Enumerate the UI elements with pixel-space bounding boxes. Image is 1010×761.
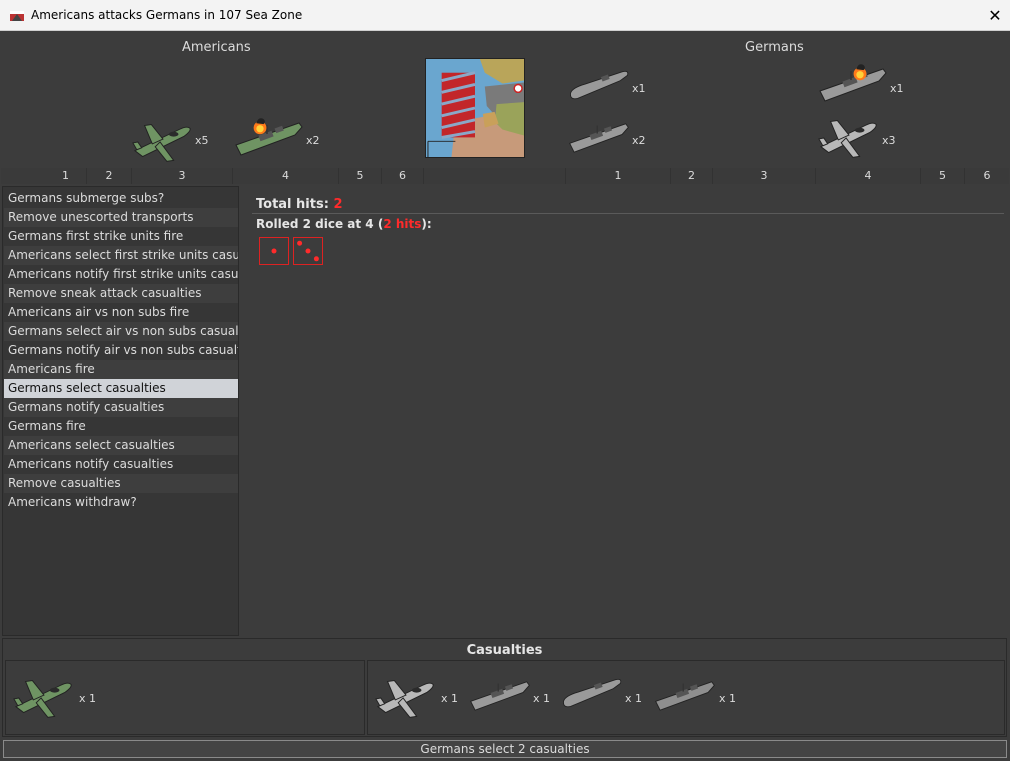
battle-results-panel: Total hits: 2 Rolled 2 dice at 4 (2 hits… — [240, 186, 1009, 636]
battle-step-item[interactable]: Germans select air vs non subs casualtie… — [4, 322, 238, 341]
battle-step-item[interactable]: Germans first strike units fire — [4, 227, 238, 246]
casualty-count: x 1 — [79, 692, 97, 705]
battle-step-item[interactable]: Americans withdraw? — [4, 493, 238, 512]
attacker-unit-count: x2 — [306, 134, 320, 147]
camouflaged-cruiser-icon — [653, 673, 717, 722]
submarine-gray-icon — [567, 63, 631, 109]
attacker-dice-column: 6 — [382, 168, 424, 184]
defender-name: Germans — [745, 40, 804, 55]
defender-unit-count: x2 — [632, 134, 646, 147]
casualties-title: Casualties — [466, 643, 543, 658]
dice-column-spacer — [524, 168, 566, 184]
attacker-unit-count: x5 — [195, 134, 209, 147]
status-bar[interactable]: Germans select 2 casualties — [3, 740, 1007, 758]
defender-unit-count: x3 — [882, 134, 896, 147]
battle-step-item[interactable]: Americans air vs non subs fire — [4, 303, 238, 322]
dice-column-headers: 1 2 3 4 5 6 1 2 3 4 5 6 — [1, 168, 1009, 184]
attacker-dice-column: 2 — [87, 168, 132, 184]
defender-dice-column: 2 — [671, 168, 713, 184]
attacker-dice-column: 4 — [233, 168, 339, 184]
attacker-dice-column: 3 — [132, 168, 233, 184]
fighter-plane-gray-icon — [374, 673, 436, 724]
die-pip — [297, 240, 303, 246]
die-pip — [271, 248, 277, 254]
battle-steps-list[interactable]: Germans submerge subs? Remove unescorted … — [2, 186, 239, 636]
total-hits-label: Total hits: — [256, 197, 329, 212]
battle-step-item[interactable]: Americans notify casualties — [4, 455, 238, 474]
defender-dice-column: 1 — [566, 168, 671, 184]
die-pip — [313, 256, 319, 262]
defender-dice-column: 6 — [983, 169, 991, 182]
defender-unit-count: x1 — [632, 82, 646, 95]
fighter-plane-green-icon — [131, 117, 193, 165]
casualties-panel: Casualties x 1 x 1 x 1 x 1 x 1 — [2, 638, 1007, 737]
rolled-die — [293, 237, 323, 265]
battle-step-item[interactable]: Americans fire — [4, 360, 238, 379]
battle-step-item[interactable]: Remove casualties — [4, 474, 238, 493]
dice-roll-summary: Rolled 2 dice at 4 (2 hits): — [256, 217, 432, 231]
attacker-dice-column: 5 — [339, 168, 382, 184]
battle-units-area: Americans Germans x5 x2 x1 x1 x2 x3 — [1, 31, 1009, 184]
battle-step-item[interactable]: Germans submerge subs? — [4, 189, 238, 208]
territory-minimap — [425, 58, 525, 158]
close-button[interactable]: ✕ — [980, 0, 1010, 31]
battle-step-item[interactable]: Remove unescorted transports — [4, 208, 238, 227]
app-icon — [10, 11, 24, 21]
defender-dice-column: 5 — [921, 168, 965, 184]
submarine-gray-icon — [560, 671, 624, 720]
casualty-count: x 1 — [719, 692, 737, 705]
battle-step-item[interactable]: Americans select casualties — [4, 436, 238, 455]
battle-step-item[interactable]: Germans notify air vs non subs casualtie… — [4, 341, 238, 360]
attacker-casualties: x 1 — [5, 660, 365, 735]
destroyer-gray-icon — [468, 673, 532, 722]
title-bar: Americans attacks Germans in 107 Sea Zon… — [0, 0, 1010, 31]
die-pip — [305, 248, 311, 254]
casualty-count: x 1 — [533, 692, 551, 705]
window-title: Americans attacks Germans in 107 Sea Zon… — [31, 8, 303, 22]
fighter-plane-green-icon — [12, 673, 74, 724]
casualty-count: x 1 — [441, 692, 459, 705]
defender-casualties: x 1 x 1 x 1 x 1 — [367, 660, 1005, 735]
rolled-hits: 2 hits — [383, 217, 422, 231]
casualty-count: x 1 — [625, 692, 643, 705]
attacker-name: Americans — [182, 40, 251, 55]
damaged-battleship-green-icon — [233, 115, 305, 163]
battle-step-item[interactable]: Germans fire — [4, 417, 238, 436]
battle-step-item[interactable]: Remove sneak attack casualties — [4, 284, 238, 303]
battle-step-item[interactable]: Germans notify casualties — [4, 398, 238, 417]
damaged-battleship-gray-icon — [817, 61, 889, 109]
results-divider — [252, 213, 1004, 214]
total-hits-value: 2 — [333, 197, 343, 212]
attacker-dice-column: 1 — [1, 168, 87, 184]
destroyer-gray-icon — [567, 115, 631, 161]
defender-unit-count: x1 — [890, 82, 904, 95]
defender-dice-column: 4 — [816, 168, 921, 184]
battle-step-item[interactable]: Americans notify first strike units casu… — [4, 265, 238, 284]
fighter-plane-gray-icon — [817, 113, 879, 161]
battle-step-item[interactable]: Germans select casualties — [4, 379, 238, 398]
total-hits: Total hits: 2 — [256, 197, 342, 212]
battle-step-item[interactable]: Americans select first strike units casu… — [4, 246, 238, 265]
rolled-die — [259, 237, 289, 265]
defender-dice-column: 3 — [713, 168, 816, 184]
